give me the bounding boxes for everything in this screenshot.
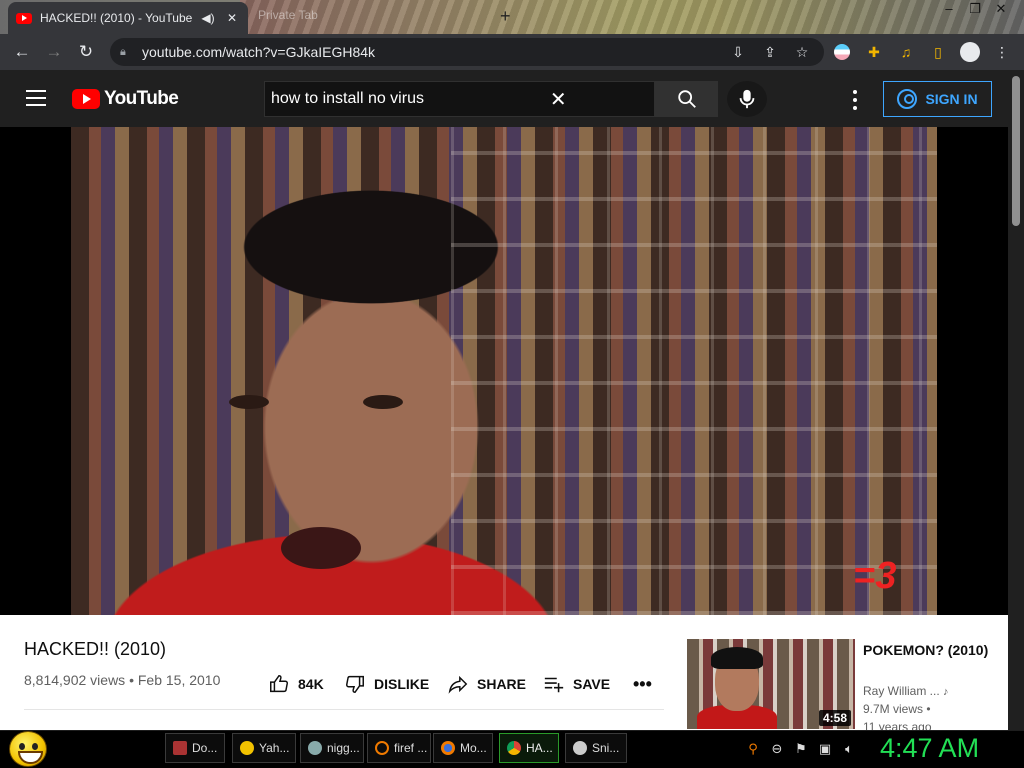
youtube-favicon-icon xyxy=(16,12,32,24)
taskbar-item[interactable]: firef ... xyxy=(367,733,431,763)
firefox-icon xyxy=(441,741,455,755)
voice-search-button[interactable] xyxy=(727,81,767,117)
taskbar-item[interactable]: Do... xyxy=(165,733,225,763)
dislike-button[interactable]: DISLIKE xyxy=(344,673,429,695)
forward-icon[interactable]: → xyxy=(38,36,70,68)
restore-icon[interactable]: ❐ xyxy=(962,0,988,18)
tab-title: HACKED!! (2010) - YouTube xyxy=(40,11,192,25)
document-icon xyxy=(173,741,187,755)
search-icon xyxy=(677,90,696,108)
start-smiley-icon[interactable] xyxy=(9,731,47,767)
youtube-logo[interactable]: YouTube xyxy=(72,88,179,110)
profile-flag-icon[interactable] xyxy=(830,40,854,64)
install-app-icon[interactable]: ⇩ xyxy=(726,40,750,64)
more-actions-icon[interactable]: ••• xyxy=(633,673,652,695)
flag-tray-icon[interactable]: ⚑ xyxy=(792,740,810,758)
url-text: youtube.com/watch?v=GJkaIEGH84k xyxy=(142,44,376,60)
search-input[interactable]: how to install no virus ✕ xyxy=(264,81,655,117)
taskbar-item-label: Do... xyxy=(192,741,218,755)
page-scrollbar[interactable] xyxy=(1008,70,1024,730)
youtube-logo-text: YouTube xyxy=(104,88,179,109)
network-tray-icon[interactable]: ▣ xyxy=(816,740,834,758)
sign-in-button[interactable]: SIGN IN xyxy=(883,81,992,117)
tab-close-icon[interactable]: ✕ xyxy=(224,11,240,25)
taskbar-item[interactable]: nigg... xyxy=(300,733,364,763)
smiley-icon xyxy=(240,741,254,755)
share-label: SHARE xyxy=(477,676,527,692)
new-tab-icon[interactable]: + xyxy=(500,6,511,27)
microphone-icon xyxy=(739,89,755,109)
thumbs-up-icon xyxy=(270,675,288,693)
related-video-thumbnail[interactable]: 4:58 xyxy=(687,639,855,729)
extensions-puzzle-icon[interactable]: ✚ xyxy=(862,40,886,64)
volume-tray-icon[interactable]: 🔈︎ xyxy=(840,740,858,758)
related-video-title[interactable]: POKEMON? (2010) xyxy=(863,640,993,660)
related-age: 11 years ago xyxy=(863,720,932,730)
taskbar-item-label: nigg... xyxy=(327,741,360,755)
bookmark-star-icon[interactable]: ☆ xyxy=(790,40,814,64)
taskbar-item-label: Yah... xyxy=(259,741,290,755)
share-arrow-icon xyxy=(448,675,468,694)
thumbs-down-icon xyxy=(346,675,364,693)
account-avatar-icon[interactable] xyxy=(958,40,982,64)
person-icon xyxy=(897,89,918,109)
youtube-play-icon xyxy=(72,89,100,109)
dislike-label: DISLIKE xyxy=(374,676,430,692)
video-frame[interactable]: =3 xyxy=(71,127,937,615)
like-button[interactable]: 84K xyxy=(268,673,324,695)
taskbar-item-active[interactable]: HA... xyxy=(499,733,559,763)
browser-tab[interactable]: HACKED!! (2010) - YouTube ◀︎) ✕ xyxy=(8,2,248,34)
save-label: SAVE xyxy=(573,676,611,692)
status-tray-icon[interactable]: ⊖ xyxy=(768,740,786,758)
channel-name-text: Ray William ... xyxy=(863,684,940,698)
music-note-icon: ♪ xyxy=(943,686,949,698)
magnifier-icon xyxy=(375,741,389,755)
address-bar[interactable]: 🔒︎ youtube.com/watch?v=GJkaIEGH84k xyxy=(110,38,824,66)
media-queue-icon[interactable]: ♫ xyxy=(894,40,918,64)
video-title: HACKED!! (2010) xyxy=(24,639,167,659)
settings-kebab-icon[interactable] xyxy=(846,90,864,110)
video-duration: 4:58 xyxy=(818,710,851,726)
speaker-icon[interactable]: ◀︎) xyxy=(200,11,216,25)
scrollbar-thumb[interactable] xyxy=(1012,76,1020,226)
browser-menu-icon[interactable]: ⋮ xyxy=(990,40,1014,64)
reload-icon[interactable]: ↻ xyxy=(70,36,102,68)
chrome-icon xyxy=(507,741,521,755)
minimize-icon[interactable]: – xyxy=(936,0,962,18)
taskbar-item[interactable]: Sni... xyxy=(565,733,627,763)
taskbar-item-label: HA... xyxy=(526,741,553,755)
taskbar-clock[interactable]: 4:47 AM xyxy=(880,733,979,764)
video-meta: 8,814,902 views • Feb 15, 2010 xyxy=(24,672,221,688)
taskbar-item-label: Sni... xyxy=(592,741,620,755)
back-icon[interactable]: ← xyxy=(6,36,38,68)
search-tray-icon[interactable]: ⚲ xyxy=(744,740,762,758)
sign-in-label: SIGN IN xyxy=(925,91,978,107)
like-count: 84K xyxy=(298,676,324,692)
taskbar-item[interactable]: Yah... xyxy=(232,733,296,763)
save-button[interactable]: SAVE xyxy=(543,673,610,695)
side-panel-icon[interactable]: ▯ xyxy=(926,40,950,64)
lock-icon[interactable]: 🔒︎ xyxy=(120,46,134,59)
snipping-icon xyxy=(573,741,587,755)
share-button[interactable]: SHARE xyxy=(447,673,526,695)
search-query: how to install no virus xyxy=(271,90,424,107)
related-views: 9.7M views • xyxy=(863,702,931,716)
video-watermark: =3 xyxy=(853,555,897,597)
taskbar-item[interactable]: Mo... xyxy=(433,733,493,763)
taskbar-item-label: Mo... xyxy=(460,741,487,755)
clear-search-icon[interactable]: ✕ xyxy=(463,87,655,112)
share-page-icon[interactable]: ⇪ xyxy=(758,40,782,64)
section-divider xyxy=(24,709,664,710)
search-button[interactable] xyxy=(655,81,718,117)
window-close-icon[interactable]: ✕ xyxy=(988,0,1014,18)
ghost-tab-label[interactable]: Private Tab xyxy=(258,8,318,22)
hamburger-menu-icon[interactable] xyxy=(26,90,46,106)
app-icon xyxy=(308,741,322,755)
playlist-add-icon xyxy=(544,677,564,693)
taskbar-item-label: firef ... xyxy=(394,741,428,755)
related-channel-name[interactable]: Ray William ... ♪ xyxy=(863,684,949,698)
